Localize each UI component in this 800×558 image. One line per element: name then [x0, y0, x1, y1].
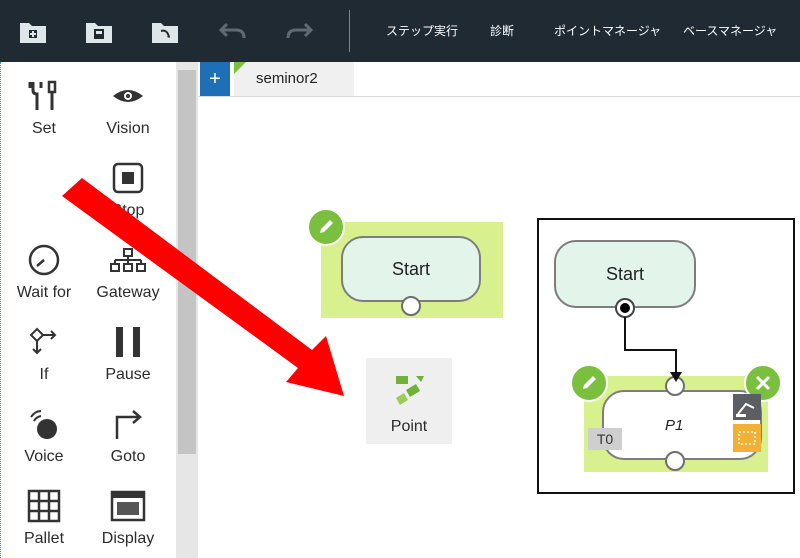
clock-icon [4, 242, 84, 278]
tool-label: If [39, 366, 49, 383]
tool-label: Pause [105, 366, 151, 383]
tool-label: Pallet [23, 530, 65, 547]
gateway-icon [88, 242, 168, 278]
display-icon [88, 488, 168, 524]
tool-label: Gateway [96, 284, 160, 301]
tool-label: Vision [106, 120, 150, 137]
tool-voice[interactable]: Voice [4, 392, 84, 466]
edit-pencil-icon[interactable] [307, 208, 345, 246]
tool-display[interactable]: Display [88, 474, 168, 548]
voice-icon [4, 406, 84, 442]
p1-label: P1 [665, 417, 684, 434]
toolbar: ステップ実行 診断 ポイントマネージャ ベースマネージャ [0, 0, 800, 62]
point-palette-item[interactable]: Point [366, 358, 452, 444]
tool-set[interactable]: Set [4, 64, 84, 138]
step-run-button[interactable]: ステップ実行 [386, 22, 458, 39]
tool-label: Stop [111, 202, 145, 219]
tool-pause[interactable]: Pause [88, 310, 168, 384]
edit-pencil-icon[interactable] [570, 364, 608, 402]
branch-icon [4, 324, 84, 360]
new-folder-icon[interactable] [16, 14, 50, 48]
start-node[interactable]: Start [341, 236, 481, 302]
add-tab-button[interactable]: + [200, 62, 230, 96]
goto-arrow-icon [88, 406, 168, 442]
tool-label: Goto [110, 448, 146, 465]
base-manager-button[interactable]: ベースマネージャ [683, 22, 777, 39]
tool-wait-for[interactable]: Wait for [4, 228, 84, 302]
tool-pallet[interactable]: Pallet [4, 474, 84, 548]
inset-start-label: Start [605, 263, 644, 284]
tab-label: seminor2 [256, 70, 318, 87]
save-folder-icon[interactable] [82, 14, 116, 48]
tool-if[interactable]: If [4, 310, 84, 384]
redo-icon[interactable] [282, 14, 316, 48]
settings-tile-icon[interactable] [733, 424, 761, 452]
tool-label: Voice [24, 448, 64, 465]
toolbar-separator [349, 10, 350, 52]
robot-arm-icon[interactable] [733, 394, 761, 420]
wrench-screwdriver-icon [4, 78, 84, 114]
start-output-port[interactable] [401, 296, 421, 316]
tab-strip-border [198, 96, 800, 97]
undo-icon[interactable] [216, 14, 250, 48]
eye-icon [88, 78, 168, 114]
point-icon [392, 372, 428, 413]
start-node-label: Start [391, 258, 430, 279]
pause-icon [88, 324, 168, 360]
inset-start-node: Start [554, 240, 696, 308]
tool-gateway[interactable]: Gateway [88, 228, 168, 302]
p1-input-port[interactable] [665, 376, 685, 396]
tool-goto[interactable]: Goto [88, 392, 168, 466]
grid-icon [4, 488, 84, 524]
tool-label: Wait for [16, 284, 72, 301]
tool-label: Display [101, 530, 155, 547]
point-label: Point [390, 418, 428, 435]
tool-stop[interactable]: Stop [88, 146, 168, 220]
p1-output-port[interactable] [665, 451, 685, 471]
point-manager-button[interactable]: ポイントマネージャ [554, 22, 661, 39]
stop-icon [88, 160, 168, 196]
tool-palette: Set Vision Stop Wait for Gateway If Paus… [2, 62, 176, 558]
tab-seminor2[interactable]: seminor2 [234, 62, 354, 96]
tool-label: Set [31, 120, 56, 137]
palette-scroll-thumb[interactable] [178, 70, 196, 454]
t0-tag: T0 [588, 428, 622, 450]
diagnosis-button[interactable]: 診断 [490, 22, 514, 39]
tab-indicator [234, 62, 246, 74]
tool-vision[interactable]: Vision [88, 64, 168, 138]
open-folder-icon[interactable] [148, 14, 182, 48]
